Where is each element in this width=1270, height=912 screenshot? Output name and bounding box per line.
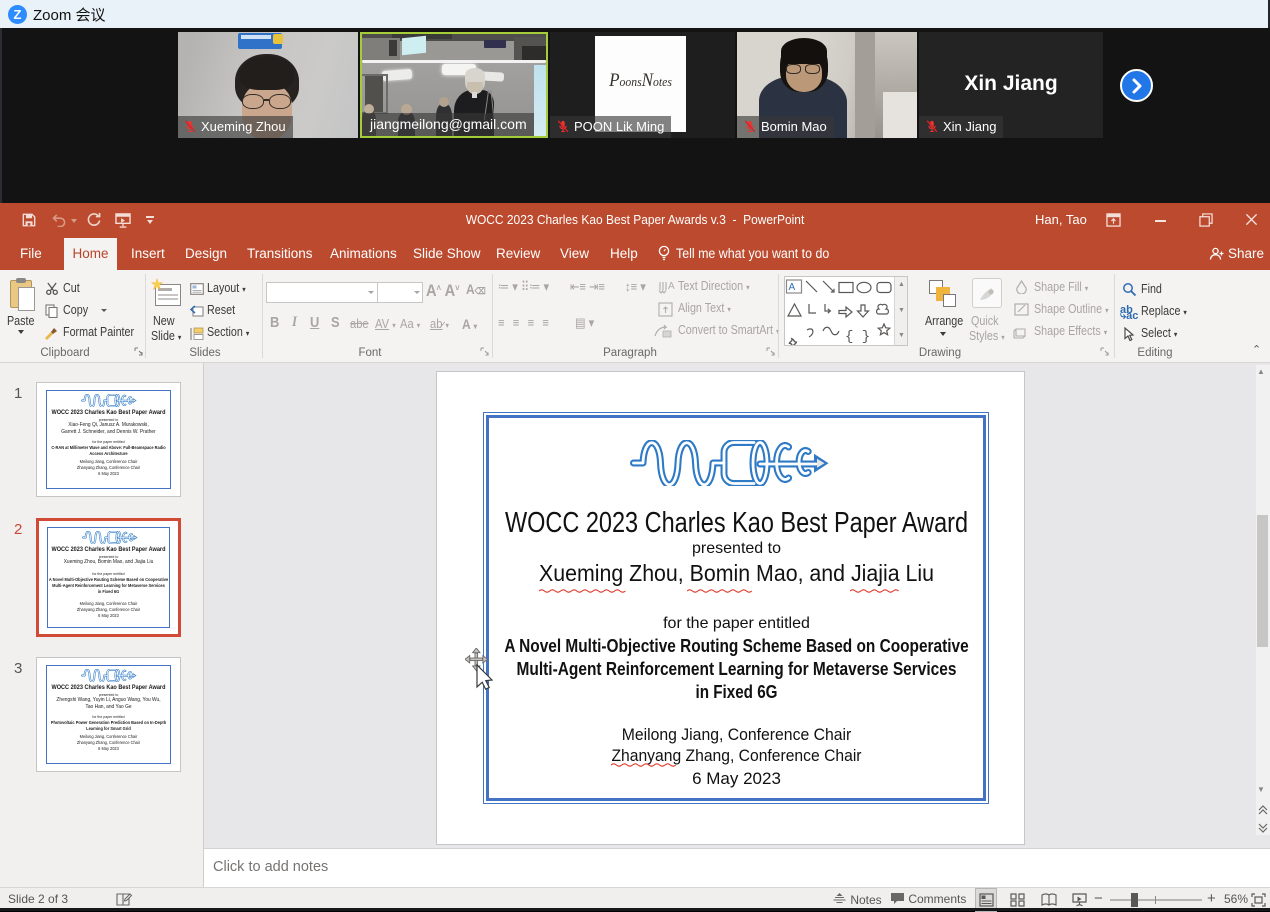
svg-text:A: A <box>668 281 675 292</box>
svg-text:{ }: { } <box>845 329 870 345</box>
svg-text:A: A <box>789 282 796 293</box>
